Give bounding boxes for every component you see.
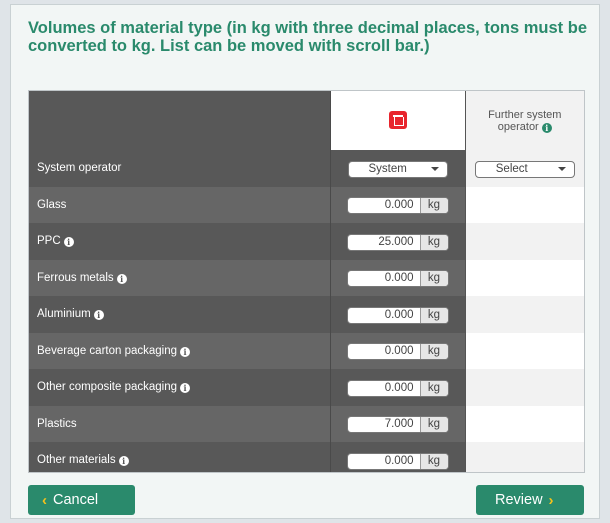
info-icon[interactable]: i	[93, 310, 104, 321]
info-icon[interactable]: i	[541, 122, 552, 133]
quantity-input[interactable]: 0.000 kg	[346, 306, 449, 324]
quantity-value[interactable]: 0.000	[348, 198, 420, 213]
unit-label: kg	[419, 380, 448, 396]
chevron-down-icon	[430, 167, 439, 171]
header-further-operator: Further system operator i	[464, 91, 584, 150]
quantity-value[interactable]: 0.000	[348, 454, 420, 469]
chevron-right-icon: ›	[548, 491, 554, 509]
unit-label: kg	[419, 271, 448, 287]
material-qty-cell: 7.000 kg	[329, 405, 465, 442]
unit-label: kg	[419, 453, 448, 469]
quantity-input[interactable]: 0.000 kg	[346, 343, 449, 361]
cancel-label: Cancel	[53, 492, 99, 508]
material-label-cell: Aluminium i	[29, 296, 330, 333]
quantity-input[interactable]: 25.000 kg	[346, 233, 449, 251]
material-label-cell: Other materials i	[29, 442, 330, 472]
quantity-input[interactable]: 0.000 kg	[346, 270, 449, 288]
quantity-input[interactable]: 7.000 kg	[346, 416, 449, 434]
operator-label: System operator	[29, 150, 330, 187]
further-operator-cell	[464, 405, 584, 442]
material-label: Beverage carton packaging	[37, 344, 178, 357]
quantity-value[interactable]: 25.000	[348, 235, 420, 250]
material-label: Plastics	[37, 417, 77, 430]
material-qty-cell: 0.000 kg	[329, 259, 465, 296]
material-label: PPC	[37, 235, 61, 248]
material-qty-cell: 25.000 kg	[329, 223, 465, 260]
page-title: Volumes of material type (in kg with thr…	[28, 19, 588, 55]
material-volumes-panel: Volumes of material type (in kg with thr…	[10, 4, 600, 519]
further-operator-cell	[464, 259, 584, 296]
material-qty-cell: 0.000 kg	[329, 186, 465, 223]
material-qty-cell: 0.000 kg	[329, 369, 465, 406]
further-operator-cell	[464, 186, 584, 223]
table-row: Other composite packaging i 0.000 kg	[29, 369, 584, 406]
table-row: Aluminium i 0.000 kg	[29, 296, 584, 333]
operator-select-cell: System	[329, 150, 465, 187]
table-row: Other materials i 0.000 kg	[29, 442, 584, 472]
cancel-button[interactable]: ‹ Cancel	[28, 485, 135, 515]
info-icon[interactable]: i	[63, 237, 74, 248]
review-label: Review	[495, 492, 543, 508]
operator-row: System operator System Select	[29, 150, 584, 187]
info-icon[interactable]: i	[116, 273, 127, 284]
material-label: Other composite packaging	[37, 381, 177, 394]
trash-icon[interactable]	[388, 111, 407, 130]
further-operator-cell	[464, 296, 584, 333]
material-label: Other materials	[37, 454, 116, 467]
table-header-row: Further system operator i	[29, 91, 584, 150]
quantity-input[interactable]: 0.000 kg	[346, 197, 449, 215]
material-table-scroll[interactable]: Further system operator i System operator…	[28, 90, 585, 473]
quantity-value[interactable]: 0.000	[348, 271, 420, 286]
unit-label: kg	[419, 198, 448, 214]
further-operator-cell	[464, 332, 584, 369]
further-operator-select[interactable]: Select	[474, 160, 575, 178]
further-operator-select-cell: Select	[464, 150, 584, 187]
info-icon[interactable]: i	[118, 456, 129, 467]
material-label-cell: PPC i	[29, 223, 330, 260]
material-label-cell: Plastics	[29, 405, 330, 442]
quantity-value[interactable]: 7.000	[348, 417, 420, 432]
chevron-down-icon	[557, 167, 566, 171]
further-operator-cell	[464, 369, 584, 406]
material-label-cell: Glass	[29, 186, 330, 223]
quantity-input[interactable]: 0.000 kg	[346, 379, 449, 397]
material-label-cell: Beverage carton packaging i	[29, 332, 330, 369]
further-operator-cell	[464, 223, 584, 260]
material-label-cell: Other composite packaging i	[29, 369, 330, 406]
table-row: Ferrous metals i 0.000 kg	[29, 259, 584, 296]
material-table: Further system operator i System operator…	[29, 91, 584, 472]
material-label: Glass	[37, 198, 67, 211]
further-operator-cell	[464, 442, 584, 472]
system-operator-select[interactable]: System	[347, 160, 448, 178]
info-icon[interactable]: i	[180, 383, 190, 394]
table-row: Glass 0.000 kg	[29, 186, 584, 223]
material-label-cell: Ferrous metals i	[29, 259, 330, 296]
further-operator-value: Select	[495, 163, 528, 175]
material-qty-cell: 0.000 kg	[329, 442, 465, 472]
unit-label: kg	[419, 307, 448, 323]
quantity-input[interactable]: 0.000 kg	[346, 452, 449, 470]
header-label-cell	[29, 91, 330, 150]
unit-label: kg	[419, 344, 448, 360]
table-row: Plastics 7.000 kg	[29, 405, 584, 442]
table-row: Beverage carton packaging i 0.000 kg	[29, 332, 584, 369]
review-button[interactable]: Review ›	[476, 485, 584, 515]
material-label: Ferrous metals	[37, 271, 114, 284]
quantity-value[interactable]: 0.000	[348, 381, 420, 396]
unit-label: kg	[419, 234, 448, 250]
material-qty-cell: 0.000 kg	[329, 332, 465, 369]
table-row: PPC i 25.000 kg	[29, 223, 584, 260]
quantity-value[interactable]: 0.000	[348, 344, 420, 359]
material-label: Aluminium	[37, 308, 91, 321]
quantity-value[interactable]: 0.000	[348, 308, 420, 323]
chevron-left-icon: ‹	[42, 491, 47, 509]
system-operator-value: System	[368, 163, 407, 175]
info-icon[interactable]: i	[180, 346, 191, 357]
header-delete-cell	[329, 91, 465, 150]
unit-label: kg	[419, 417, 448, 433]
material-qty-cell: 0.000 kg	[329, 296, 465, 333]
